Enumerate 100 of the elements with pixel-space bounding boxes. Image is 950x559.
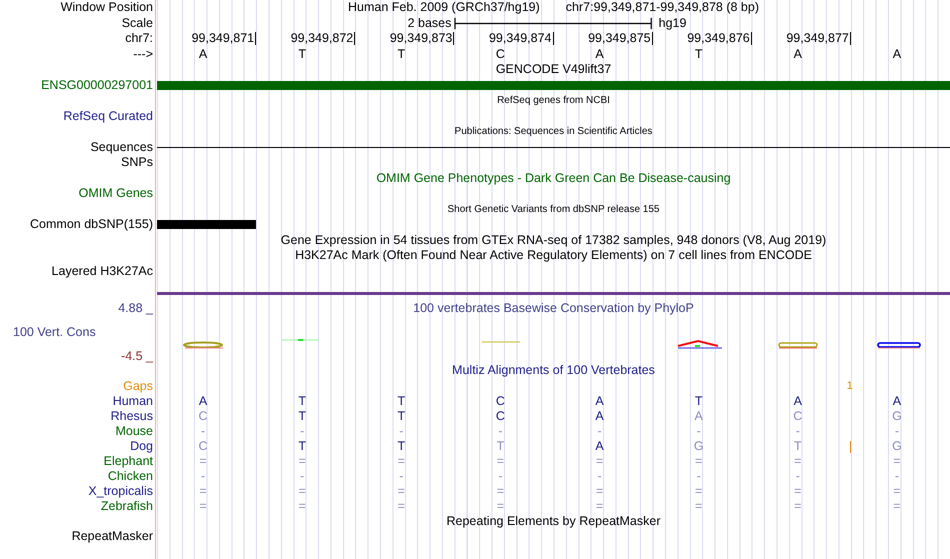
- aligned-base: =: [496, 454, 504, 468]
- aligned-base: =: [794, 454, 802, 468]
- base-letter: T: [397, 46, 406, 62]
- coordinate-label: 99,349,871: [192, 31, 254, 46]
- base-letter: T: [694, 46, 702, 62]
- axis-max-label: 4.88 _: [118, 301, 153, 315]
- track-label[interactable]: Sequences: [90, 140, 153, 155]
- aligned-base: -: [894, 424, 900, 438]
- aligned-base: =: [596, 498, 604, 514]
- track-label[interactable]: Mouse: [115, 424, 153, 438]
- aligned-base: A: [595, 438, 604, 454]
- aligned-base: -: [796, 468, 800, 484]
- aligned-base: -: [894, 468, 900, 484]
- track-label[interactable]: Scale: [122, 16, 153, 31]
- aligned-base: =: [298, 454, 306, 468]
- track-label[interactable]: Elephant: [104, 454, 153, 468]
- coordinate-label: 99,349,875: [588, 31, 651, 46]
- aligned-base: -: [300, 424, 304, 438]
- aligned-base: A: [595, 394, 604, 408]
- base-letter: A: [794, 46, 802, 62]
- track-title: RefSeq genes from NCBI: [497, 94, 610, 108]
- aligned-base: A: [694, 408, 703, 424]
- aligned-base: T: [694, 394, 702, 408]
- base-letter: A: [595, 46, 604, 62]
- aligned-base: =: [695, 454, 702, 468]
- aligned-base: -: [498, 468, 503, 484]
- aligned-base: =: [496, 484, 504, 498]
- aligned-base: C: [793, 408, 802, 424]
- aligned-base: =: [794, 484, 802, 498]
- track-label[interactable]: RepeatMasker: [72, 529, 153, 544]
- aligned-base: G: [892, 438, 902, 454]
- track-title: OMIM Gene Phenotypes - Dark Green Can Be Disease-causing: [376, 170, 731, 186]
- track-label[interactable]: Layered H3K27Ac: [52, 264, 153, 279]
- aligned-base: T: [794, 438, 802, 454]
- track-label[interactable]: --->: [133, 46, 153, 62]
- aligned-base: =: [398, 484, 405, 498]
- track-title: Repeating Elements by RepeatMasker: [446, 514, 660, 529]
- coordinate-label: 99,349,873: [390, 31, 452, 46]
- position-range: chr7:99,349,871-99,349,878 (8 bp): [566, 0, 759, 16]
- track-title: H3K27Ac Mark (Often Found Near Active Regulatory Elements) on 7 cell lines from ENCODE: [295, 248, 812, 264]
- aligned-base: -: [399, 468, 404, 484]
- track-label[interactable]: OMIM Genes: [78, 186, 153, 202]
- aligned-base: =: [596, 484, 604, 498]
- track-label[interactable]: RefSeq Curated: [63, 108, 153, 124]
- aligned-base: =: [199, 498, 207, 514]
- coordinate-label: 99,349,874: [488, 31, 552, 46]
- aligned-base: G: [892, 408, 902, 424]
- track-label[interactable]: Rhesus: [110, 408, 153, 424]
- aligned-base: =: [496, 498, 504, 514]
- feature-bar[interactable]: [157, 80, 950, 90]
- aligned-base: C: [198, 438, 208, 454]
- track-label[interactable]: ENSG00000297001: [41, 78, 153, 93]
- aligned-base: -: [696, 468, 701, 484]
- aligned-base: T: [397, 438, 406, 454]
- scale-length: 2 bases: [408, 16, 452, 31]
- aligned-base: =: [893, 454, 901, 468]
- aligned-base: T: [397, 394, 406, 408]
- track-label[interactable]: Dog: [130, 438, 153, 454]
- track-label[interactable]: Zebrafish: [100, 498, 153, 514]
- track-title: Gene Expression in 54 tissues from GTEx RNA-seq of 17382 samples, 948 donors (V8, Aug 2019): [280, 232, 826, 248]
- aligned-base: T: [298, 394, 306, 408]
- base-letter: C: [496, 46, 505, 62]
- track-label[interactable]: X_tropicalis: [88, 484, 153, 498]
- base-letter: A: [198, 46, 208, 62]
- track-label[interactable]: Common dbSNP(155): [30, 217, 153, 232]
- feature-bar[interactable]: [157, 220, 256, 230]
- aligned-base: -: [200, 424, 206, 438]
- aligned-base: =: [298, 484, 306, 498]
- track-label[interactable]: chr7:: [125, 31, 153, 46]
- coordinate-label: 99,349,872: [290, 31, 354, 46]
- track-label[interactable]: SNPs: [121, 155, 153, 170]
- aligned-base: A: [198, 394, 208, 408]
- base-letter: T: [298, 46, 306, 62]
- aligned-base: A: [892, 394, 902, 408]
- aligned-base: -: [597, 468, 602, 484]
- coordinate-label: 99,349,876: [687, 31, 750, 46]
- track-title: GENCODE V49lift37: [496, 62, 612, 78]
- track-title: 100 vertebrates Basewise Conservation by PhyloP: [413, 301, 694, 315]
- track-label[interactable]: Window Position: [60, 0, 153, 16]
- axis-min-label: -4.5 _: [121, 349, 153, 363]
- aligned-base: =: [398, 498, 405, 514]
- track-label[interactable]: 100 Vert. Cons: [0, 325, 96, 339]
- aligned-base: -: [597, 424, 602, 438]
- aligned-base: =: [298, 498, 306, 514]
- aligned-base: =: [695, 484, 702, 498]
- assembly-label: hg19: [658, 16, 686, 31]
- track-title: Publications: Sequences in Scientific Articles: [454, 125, 652, 139]
- track-label[interactable]: Chicken: [108, 468, 153, 484]
- track-label[interactable]: Human: [112, 394, 153, 408]
- base-letter: A: [892, 46, 902, 62]
- aligned-base: T: [298, 438, 306, 454]
- aligned-base: A: [794, 394, 802, 408]
- aligned-base: -: [200, 468, 206, 484]
- aligned-base: C: [496, 408, 505, 424]
- aligned-base: -: [696, 424, 701, 438]
- aligned-base: =: [199, 454, 207, 468]
- gap-count: 1: [846, 378, 853, 394]
- aligned-base: -: [399, 424, 404, 438]
- coordinate-label: 99,349,877: [786, 31, 849, 46]
- track-title: Multiz Alignments of 100 Vertebrates: [452, 363, 655, 378]
